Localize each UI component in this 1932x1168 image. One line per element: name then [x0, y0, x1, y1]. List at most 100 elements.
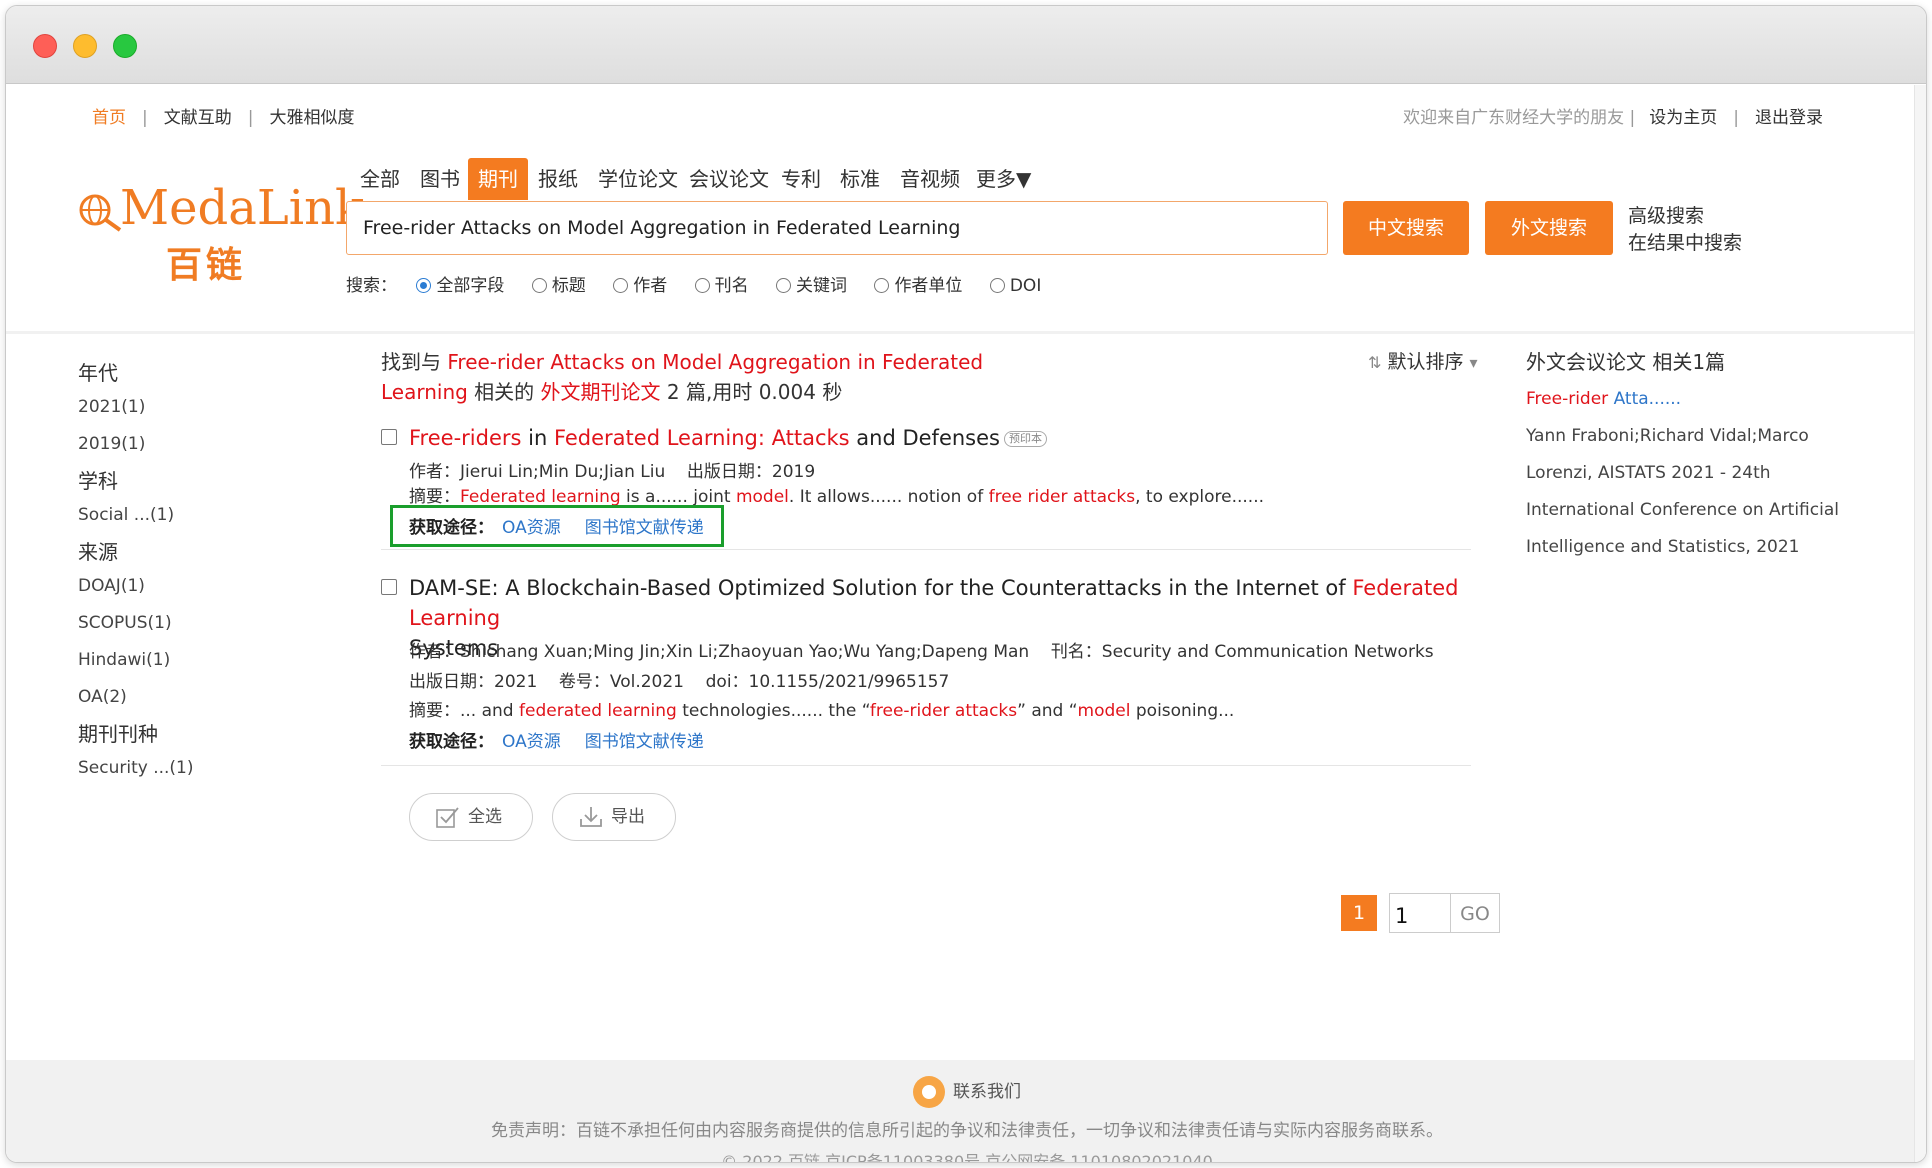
result-item: Free-riders in Federated Learning: Attac…	[381, 423, 1471, 547]
tab-newspapers[interactable]: 报纸	[528, 158, 588, 200]
oa-resource-link[interactable]: OA资源	[502, 732, 561, 752]
summary-count: 2 篇,用时 0.004 秒	[660, 380, 843, 404]
radio-affiliation[interactable]: 作者单位	[874, 271, 962, 296]
facet-item-doaj[interactable]: DOAJ(1)	[78, 568, 338, 605]
library-delivery-link[interactable]: 图书馆文献传递	[585, 518, 704, 538]
advanced-search-link[interactable]: 高级搜索	[1628, 203, 1742, 230]
preprint-badge: 预印本	[1003, 431, 1047, 447]
facet-item-scopus[interactable]: SCOPUS(1)	[78, 605, 338, 642]
top-right-nav: 欢迎来自广东财经大学的朋友 | 设为主页 | 退出登录	[1403, 108, 1823, 128]
tab-av[interactable]: 音视频	[890, 158, 970, 200]
tab-journals[interactable]: 期刊	[468, 158, 528, 200]
close-window-button[interactable]	[33, 34, 57, 58]
facet-heading-subject: 学科	[78, 469, 118, 493]
facet-item-security[interactable]: Security ...(1)	[78, 750, 338, 787]
related-info-line: Intelligence and Statistics, 2021	[1526, 537, 1800, 557]
icp-text: © 2022 百链 京ICP备11003380号 京公网安备 110108020…	[721, 1152, 1213, 1163]
tab-standards[interactable]: 标准	[830, 158, 890, 200]
radio-author[interactable]: 作者	[613, 271, 667, 296]
page-footer: 联系我们 免责声明：百链不承担任何由内容服务商提供的信息所引起的争议和法律责任，…	[6, 1060, 1926, 1163]
related-heading: 外文会议论文 相关1篇	[1526, 350, 1726, 374]
minimize-window-button[interactable]	[73, 34, 97, 58]
chevron-down-icon: ▾	[1469, 353, 1478, 372]
result-divider	[381, 549, 1471, 550]
result-meta: 作者：Shichang Xuan;Ming Jin;Xin Li;Zhaoyua…	[409, 637, 1434, 662]
page-1-button[interactable]: 1	[1341, 895, 1377, 931]
radio-unchecked-icon	[531, 278, 547, 293]
foreign-search-button[interactable]: 外文搜索	[1485, 201, 1613, 255]
search-in-results-link[interactable]: 在结果中搜索	[1628, 230, 1742, 257]
facet-item-oa[interactable]: OA(2)	[78, 679, 338, 716]
related-info-line: Yann Fraboni;Richard Vidal;Marco	[1526, 426, 1809, 446]
result-checkbox[interactable]	[381, 429, 397, 445]
logo-chinese: 百链	[166, 245, 247, 286]
related-title-link[interactable]: Free-rider Atta......	[1526, 381, 1846, 418]
result-journal: 刊名：Security and Communication Networks	[1050, 642, 1434, 662]
facet-sidebar: 年代 2021(1) 2019(1) 学科 Social ...(1) 来源 D…	[78, 355, 338, 787]
page-content: 首页 | 文献互助 | 大雅相似度 欢迎来自广东财经大学的朋友 | 设为主页 | 退出登录 M…	[6, 85, 1926, 1163]
oa-resource-link[interactable]: OA资源	[502, 518, 561, 538]
tab-patents[interactable]: 专利	[771, 158, 831, 200]
page-scrollbar[interactable]	[1914, 85, 1926, 1162]
tab-theses[interactable]: 学位论文	[588, 158, 688, 200]
nav-home-link[interactable]: 首页	[92, 103, 126, 128]
result-title[interactable]: Free-riders in Federated Learning: Attac…	[409, 423, 1047, 453]
chinese-search-button[interactable]: 中文搜索	[1343, 201, 1469, 255]
checkbox-icon	[436, 807, 459, 828]
disclaimer-text: 免责声明：百链不承担任何由内容服务商提供的信息所引起的争议和法律责任，一切争议和…	[491, 1121, 1443, 1141]
radio-unchecked-icon	[694, 278, 710, 293]
result-checkbox[interactable]	[381, 579, 397, 595]
go-button[interactable]: GO	[1450, 893, 1500, 933]
results-summary: 找到与 Free-rider Attacks on Model Aggregat…	[381, 350, 984, 404]
logout-link[interactable]: 退出登录	[1755, 108, 1823, 128]
facet-heading-source: 来源	[78, 540, 118, 564]
radio-unchecked-icon	[776, 278, 792, 293]
tab-books[interactable]: 图书	[410, 158, 470, 200]
customer-service-icon	[913, 1076, 945, 1108]
result-doi: doi：10.1155/2021/9965157	[705, 672, 950, 692]
result-date: 出版日期：2019	[686, 462, 816, 482]
radio-journal[interactable]: 刊名	[694, 271, 749, 296]
tab-all[interactable]: 全部	[350, 158, 410, 200]
summary-query: Free-rider Attacks on Model Aggregation …	[447, 350, 984, 374]
nav-daya-link[interactable]: 大雅相似度	[269, 103, 354, 128]
welcome-text: 欢迎来自广东财经大学的朋友 |	[1403, 108, 1636, 128]
library-delivery-link[interactable]: 图书馆文献传递	[585, 732, 704, 752]
contact-us-link[interactable]: 联系我们	[6, 1076, 1926, 1108]
maximize-window-button[interactable]	[113, 34, 137, 58]
tab-more[interactable]: 更多▼	[966, 158, 1041, 200]
facet-item-2021[interactable]: 2021(1)	[78, 389, 338, 426]
related-info-line: International Conference on Artificial	[1526, 500, 1839, 520]
set-home-link[interactable]: 设为主页	[1649, 108, 1717, 128]
facet-heading-journal-type: 期刊刊种	[78, 722, 158, 746]
summary-category: 外文期刊论文	[540, 380, 661, 404]
logo-wordmark: MedaLink	[120, 180, 365, 236]
header-divider	[6, 331, 1926, 334]
medalink-logo[interactable]: MedaLink 百链	[78, 180, 364, 286]
result-meta: 作者：Jierui Lin;Min Du;Jian Liu 出版日期：2019	[409, 457, 815, 482]
radio-doi[interactable]: DOI	[989, 276, 1041, 296]
window-titlebar	[6, 6, 1926, 84]
result-abstract: 摘要：... and federated learning technologi…	[409, 701, 1235, 721]
globe-magnifier-icon	[79, 194, 122, 232]
browser-window: 首页 | 文献互助 | 大雅相似度 欢迎来自广东财经大学的朋友 | 设为主页 | 退出登录 M…	[5, 5, 1927, 1163]
radio-keyword[interactable]: 关键词	[776, 271, 847, 296]
nav-docs-help-link[interactable]: 文献互助	[164, 103, 232, 128]
sort-dropdown[interactable]: ⇅ 默认排序 ▾	[1368, 347, 1478, 374]
radio-all-fields[interactable]: 全部字段	[416, 271, 504, 296]
search-input[interactable]: Free-rider Attacks on Model Aggregation …	[346, 201, 1328, 255]
page-number-input[interactable]: 1	[1389, 893, 1451, 933]
result-access: 获取途径： OA资源 图书馆文献传递	[409, 732, 704, 752]
tab-conference[interactable]: 会议论文	[679, 158, 779, 200]
facet-item-hindawi[interactable]: Hindawi(1)	[78, 642, 338, 679]
facet-item-2019[interactable]: 2019(1)	[78, 426, 338, 463]
result-item: DAM-SE: A Blockchain-Based Optimized Sol…	[381, 573, 1471, 752]
search-field-options: 搜索： 全部字段 标题 作者 刊名 关键词 作者单位 DOI	[346, 271, 1063, 296]
facet-heading-year: 年代	[78, 361, 118, 385]
result-volume: 卷号：Vol.2021	[558, 672, 684, 692]
radio-unchecked-icon	[613, 278, 629, 293]
facet-item-social[interactable]: Social ...(1)	[78, 497, 338, 534]
radio-title[interactable]: 标题	[531, 271, 586, 296]
export-button[interactable]: 导出	[552, 793, 676, 841]
select-all-button[interactable]: 全选	[409, 793, 533, 841]
